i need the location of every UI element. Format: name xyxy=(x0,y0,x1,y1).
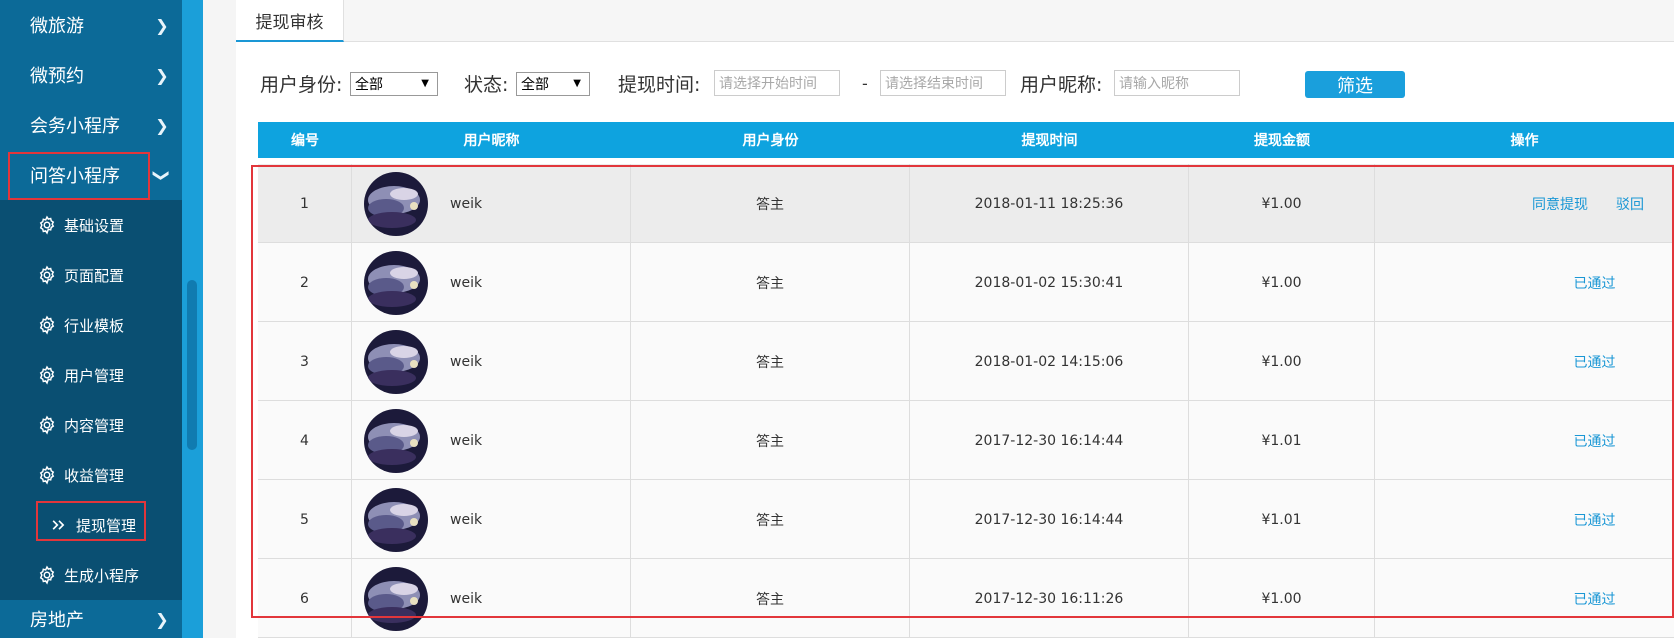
gear-icon xyxy=(36,464,58,486)
nickname-input[interactable]: 请输入昵称 xyxy=(1114,70,1240,96)
dropdown-arrow-icon: ▼ xyxy=(421,78,429,89)
identity-select[interactable]: 全部 ▼ xyxy=(350,72,438,96)
gear-icon xyxy=(36,214,58,236)
scrollbar-thumb[interactable] xyxy=(187,280,197,450)
gear-icon xyxy=(36,414,58,436)
selection-highlight xyxy=(36,501,146,541)
sidebar-subitem-content-management[interactable]: 内容管理 xyxy=(0,400,182,450)
sidebar-subitem-label: 行业模板 xyxy=(64,316,125,335)
chevron-right-icon: ❯ xyxy=(155,65,169,85)
gear-icon xyxy=(36,264,58,286)
sidebar-subitem-label: 基础设置 xyxy=(64,216,125,235)
start-time-input[interactable]: 请选择开始时间 xyxy=(714,70,840,96)
filter-button[interactable]: 筛选 xyxy=(1305,71,1405,98)
start-time-placeholder: 请选择开始时间 xyxy=(719,76,817,92)
tab-withdraw-review[interactable]: 提现审核 xyxy=(236,0,344,42)
sidebar-subitem-label: 收益管理 xyxy=(64,466,125,485)
selection-highlight xyxy=(8,152,150,200)
sidebar-subitem-label: 生成小程序 xyxy=(64,566,140,585)
sidebar-item-conference-app[interactable]: 会务小程序 ❯ xyxy=(0,100,182,150)
sidebar-item-micro-travel[interactable]: 微旅游 ❯ xyxy=(0,0,182,50)
header-actions: 操作 xyxy=(1510,133,1539,149)
tab-label: 提现审核 xyxy=(255,12,324,33)
table-selection-highlight xyxy=(251,165,1674,618)
gear-icon xyxy=(36,564,58,586)
sidebar-subitem-basic-settings[interactable]: 基础设置 xyxy=(0,200,182,250)
sidebar-item-label: 会务小程序 xyxy=(30,116,120,137)
sidebar-item-micro-booking[interactable]: 微预约 ❯ xyxy=(0,50,182,100)
sidebar-subitem-industry-template[interactable]: 行业模板 xyxy=(0,300,182,350)
chevron-right-icon: ❯ xyxy=(155,609,169,629)
chevron-down-icon: ❯ xyxy=(152,168,172,182)
gear-icon xyxy=(36,314,58,336)
header-id: 编号 xyxy=(291,133,319,149)
identity-select-value: 全部 xyxy=(355,77,383,93)
tab-bar: 提现审核 xyxy=(236,0,1674,42)
header-identity: 用户身份 xyxy=(742,133,799,149)
filter-button-label: 筛选 xyxy=(1337,75,1373,97)
table-header: 编号 用户昵称 用户身份 提现时间 提现金额 操作 xyxy=(258,122,1674,158)
sidebar-subitem-user-management[interactable]: 用户管理 xyxy=(0,350,182,400)
header-nickname: 用户昵称 xyxy=(463,133,520,149)
sidebar-subitem-page-config[interactable]: 页面配置 xyxy=(0,250,182,300)
withdraw-time-label: 提现时间: xyxy=(618,74,701,96)
status-select-value: 全部 xyxy=(521,77,549,93)
nickname-label: 用户昵称: xyxy=(1020,74,1103,96)
sidebar-subitem-label: 内容管理 xyxy=(64,416,125,435)
header-time: 提现时间 xyxy=(1021,133,1078,149)
end-time-input[interactable]: 请选择结束时间 xyxy=(880,70,1006,96)
sidebar-item-label: 微预约 xyxy=(30,66,84,87)
identity-label: 用户身份: xyxy=(260,74,343,96)
sidebar-item-label: 微旅游 xyxy=(30,16,84,37)
header-amount: 提现金额 xyxy=(1254,133,1310,149)
chevron-right-icon: ❯ xyxy=(155,15,169,35)
sidebar-subitem-generate-app[interactable]: 生成小程序 xyxy=(0,550,182,600)
sidebar-subitem-label: 用户管理 xyxy=(64,366,125,385)
status-select[interactable]: 全部 ▼ xyxy=(516,72,590,96)
status-label: 状态: xyxy=(464,74,509,96)
chevron-right-icon: ❯ xyxy=(155,115,169,135)
sidebar-subitem-label: 页面配置 xyxy=(64,266,125,285)
sidebar-item-real-estate[interactable]: 房地产 ❯ xyxy=(0,600,182,638)
end-time-placeholder: 请选择结束时间 xyxy=(885,76,983,92)
gear-icon xyxy=(36,364,58,386)
filter-bar: 用户身份: 全部 ▼ 状态: 全部 ▼ 提现时间: 请选择开始时间 - 请选择结… xyxy=(260,68,1460,98)
dropdown-arrow-icon: ▼ xyxy=(573,78,581,89)
nickname-placeholder: 请输入昵称 xyxy=(1119,76,1189,92)
sidebar-item-label: 房地产 xyxy=(30,610,84,631)
sidebar-subitem-earnings-management[interactable]: 收益管理 xyxy=(0,450,182,500)
range-separator: - xyxy=(862,74,868,93)
